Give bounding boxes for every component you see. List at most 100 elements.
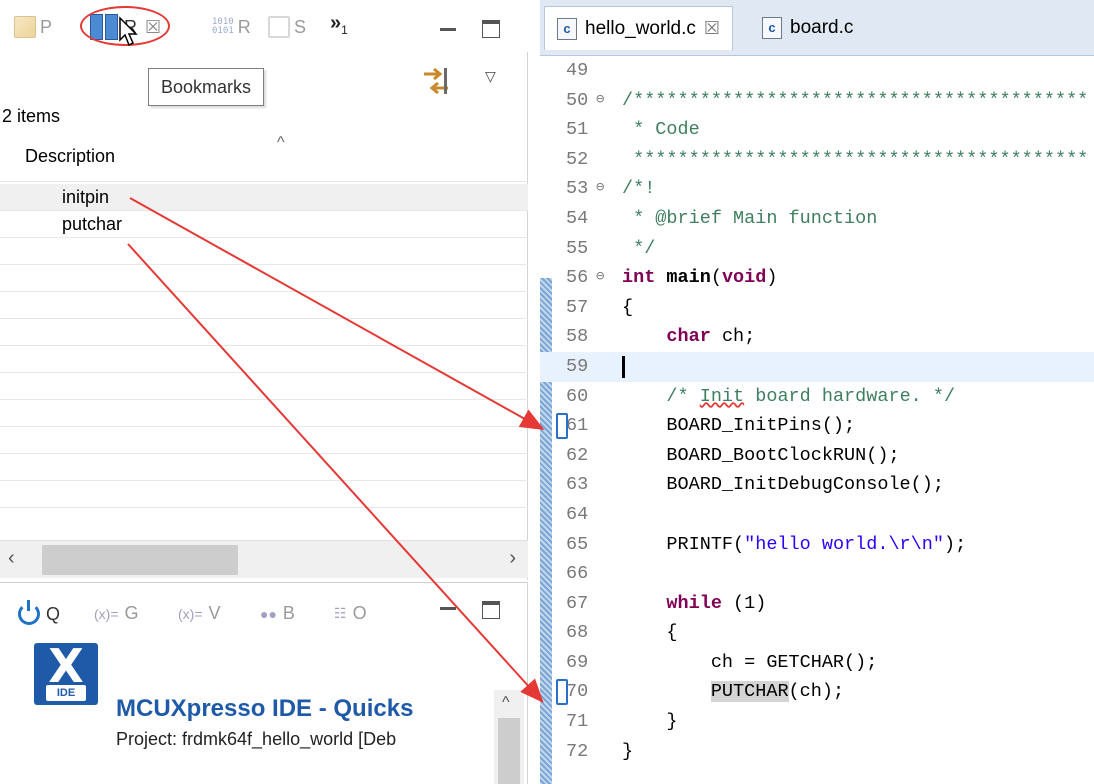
column-header-description[interactable]: Description (25, 146, 115, 167)
bookmark-marker-icon[interactable] (556, 679, 568, 706)
scrollbar-thumb[interactable] (42, 545, 238, 575)
overflow-chevron-icon: » (330, 12, 342, 34)
fold-collapse-icon[interactable]: ⊖ (596, 263, 604, 293)
code-token: { (622, 622, 678, 644)
code-line[interactable]: 54 * @brief Main function (540, 204, 1094, 234)
line-number: 55 (566, 237, 589, 259)
code-text: * Code (622, 115, 700, 145)
sort-ascending-icon[interactable]: ^ (277, 134, 285, 152)
tab-label: R (237, 16, 251, 37)
close-icon[interactable]: ☒ (704, 18, 720, 39)
tab-quickstart[interactable]: Q (18, 600, 61, 625)
code-text: } (622, 737, 633, 767)
tab-registers[interactable]: 1010 0101 R (212, 10, 251, 44)
code-editor: c hello_world.c ☒ c board.c 49 50 ⊖/******… (540, 0, 1094, 784)
code-line[interactable]: 57 { (540, 293, 1094, 323)
code-text: PRINTF("hello world.\r\n"); (622, 530, 966, 560)
code-line[interactable]: 61 BOARD_InitPins(); (540, 411, 1094, 441)
tab-board-c[interactable]: c board.c (750, 6, 865, 50)
bookmark-description: putchar (62, 214, 123, 234)
link-with-editor-icon[interactable] (420, 66, 452, 96)
fold-collapse-icon[interactable]: ⊖ (596, 86, 604, 116)
code-line[interactable]: 72} (540, 737, 1094, 767)
code-line[interactable]: 58 char ch; (540, 322, 1094, 352)
code-token: } (622, 711, 678, 733)
code-token: */ (622, 237, 656, 259)
code-text: */ (622, 234, 655, 264)
code-line[interactable]: 71 } (540, 707, 1094, 737)
editor-tab-bar: c hello_world.c ☒ c board.c (540, 0, 1094, 56)
code-token: ch = GETCHAR(); (622, 651, 878, 673)
tab-outline[interactable]: ☷ O (334, 603, 367, 624)
tab-package-explorer[interactable]: P (14, 10, 52, 44)
code-line[interactable]: 67 while (1) (540, 589, 1094, 619)
bookmark-marker-icon[interactable] (556, 413, 568, 440)
tab-overflow-button[interactable]: »1 (330, 12, 348, 37)
table-row-empty (0, 238, 528, 265)
code-line[interactable]: 49 (540, 56, 1094, 86)
outline-icon: ☷ (334, 605, 347, 621)
code-line[interactable]: 59 (540, 351, 1094, 382)
code-line[interactable]: 63 BOARD_InitDebugConsole(); (540, 470, 1094, 500)
code-line[interactable]: 69 ch = GETCHAR(); (540, 648, 1094, 678)
horizontal-scrollbar[interactable]: ‹ › (0, 540, 528, 578)
code-line[interactable]: 70 PUTCHAR(ch); (540, 677, 1094, 707)
code-token: while (666, 592, 722, 614)
tab-variables[interactable]: (x)= V (178, 603, 221, 624)
line-number: 70 (566, 681, 589, 703)
code-line[interactable]: 56 ⊖ int main(void) (540, 263, 1094, 293)
line-number: 67 (566, 592, 589, 614)
table-row[interactable]: putchar (0, 211, 528, 238)
code-line[interactable]: 66 (540, 559, 1094, 589)
code-text: { (622, 618, 678, 648)
maximize-button[interactable] (482, 20, 500, 38)
scroll-left-icon[interactable]: ‹ (8, 547, 15, 570)
minimize-button[interactable] (440, 607, 456, 610)
scroll-right-icon[interactable]: › (509, 547, 516, 570)
power-icon (18, 600, 40, 625)
code-line[interactable]: 62 BOARD_BootClockRUN(); (540, 441, 1094, 471)
fold-collapse-icon[interactable]: ⊖ (596, 174, 604, 204)
code-line[interactable]: 64 (540, 500, 1094, 530)
overflow-count: 1 (341, 23, 348, 37)
code-line[interactable]: 65 PRINTF("hello world.\r\n"); (540, 530, 1094, 560)
tab-breakpoints[interactable]: ●● B (260, 603, 295, 624)
table-row[interactable]: initpin (0, 184, 528, 211)
code-line[interactable]: 60 /* Init board hardware. */ (540, 382, 1094, 412)
mcuxpresso-logo-icon: X IDE (34, 643, 98, 705)
code-line[interactable]: 52 *************************************… (540, 145, 1094, 175)
tab-global-variables[interactable]: (x)= G (94, 603, 139, 624)
table-row-empty (0, 427, 528, 454)
maximize-button[interactable] (482, 601, 500, 619)
scrollbar-thumb[interactable] (498, 718, 520, 784)
tab-search[interactable]: S (268, 10, 306, 44)
vertical-scrollbar[interactable]: ^ (494, 690, 524, 784)
code-token: /* (622, 385, 700, 407)
code-line[interactable]: 68 { (540, 618, 1094, 648)
code-text: } (622, 707, 678, 737)
minimize-button[interactable] (440, 28, 456, 31)
code-line[interactable]: 50 ⊖/************************************… (540, 86, 1094, 116)
code-token: PRINTF( (622, 533, 745, 555)
code-token: ch; (710, 326, 756, 348)
line-number: 60 (566, 385, 589, 407)
logo-badge: IDE (46, 685, 86, 701)
code-line[interactable]: 51 * Code (540, 115, 1094, 145)
items-count: 2 items (2, 106, 61, 126)
table-header: ^ Description (0, 130, 528, 182)
tab-label: Q (46, 603, 61, 624)
code-line[interactable]: 55 */ (540, 234, 1094, 264)
code-area[interactable]: 49 50 ⊖/**********************************… (540, 56, 1094, 766)
quickstart-view: Q (x)= G (x)= V ●● B ☷ O X IDE MCUXpress… (0, 582, 528, 784)
code-text: char ch; (622, 322, 755, 352)
code-token: ); (943, 533, 967, 555)
view-menu-chevron-icon[interactable]: ▽ (485, 68, 496, 85)
code-line[interactable]: 53 ⊖/*! (540, 174, 1094, 204)
mouse-cursor-icon (119, 16, 138, 47)
line-number: 68 (566, 622, 589, 644)
tab-hello-world-c[interactable]: c hello_world.c ☒ (544, 6, 734, 50)
package-explorer-icon (14, 16, 36, 38)
code-text: /***************************************… (622, 86, 1088, 116)
scroll-up-icon[interactable]: ^ (502, 694, 510, 712)
